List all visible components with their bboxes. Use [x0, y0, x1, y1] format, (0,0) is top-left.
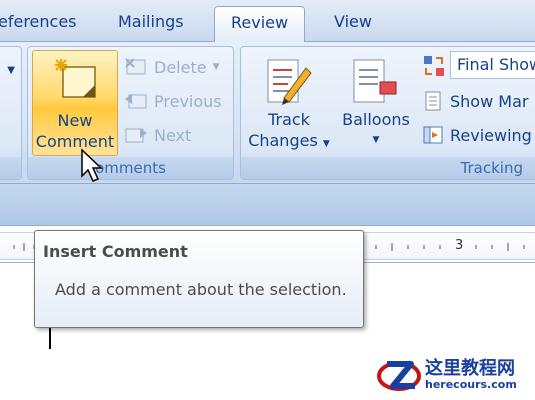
- chevron-down-icon: ▼: [322, 139, 330, 149]
- display-for-review-icon: [424, 56, 444, 76]
- next-label: Next: [154, 125, 192, 145]
- balloons-button[interactable]: Balloons ▼: [338, 50, 414, 156]
- dropdown-arrow-icon[interactable]: ▼: [7, 65, 15, 76]
- track-changes-icon: [267, 59, 312, 105]
- previous-comment-button[interactable]: Previous: [124, 88, 222, 114]
- chevron-down-icon: ▼: [212, 62, 220, 72]
- ribbon-tab-bar: eferences Mailings Review View: [0, 0, 535, 44]
- show-markup-button[interactable]: Show Mar: [422, 88, 528, 114]
- balloons-icon: [353, 59, 397, 103]
- new-comment-label-1: New: [57, 111, 93, 130]
- comments-group-label: omments: [28, 157, 233, 179]
- track-changes-label-2: Changes ▼: [248, 131, 330, 150]
- new-comment-icon: [55, 59, 96, 98]
- reviewing-pane-icon: [423, 126, 443, 144]
- mouse-pointer-icon: [81, 148, 103, 182]
- watermark-logo-icon: [377, 361, 421, 391]
- display-for-review-select[interactable]: Final Show: [450, 51, 535, 79]
- watermark: 这里教程网 herecours.com: [377, 354, 527, 394]
- tab-view[interactable]: View: [334, 12, 372, 31]
- delete-label: Delete: [154, 57, 207, 77]
- track-changes-label-1: Track: [268, 110, 310, 129]
- show-markup-label: Show Mar: [450, 91, 529, 111]
- watermark-en: herecours.com: [425, 378, 517, 391]
- next-comment-button[interactable]: Next: [124, 122, 191, 148]
- watermark-cn: 这里教程网: [425, 358, 515, 379]
- balloons-label: Balloons: [342, 110, 410, 129]
- delete-comment-button[interactable]: Delete ▼: [124, 54, 220, 80]
- insert-comment-tooltip: Insert Comment Add a comment about the s…: [34, 230, 364, 328]
- text-cursor: [49, 328, 51, 349]
- ribbon-bottom-band: [0, 184, 535, 226]
- previous-comment-icon: [125, 94, 147, 109]
- tooltip-body: Add a comment about the selection.: [55, 280, 347, 299]
- reviewing-pane-button[interactable]: Reviewing: [422, 122, 532, 148]
- tab-review[interactable]: Review: [214, 6, 306, 44]
- new-comment-button[interactable]: New Comment: [32, 50, 118, 156]
- previous-group-edge: ▼: [0, 46, 22, 180]
- delete-comment-icon: [125, 58, 146, 75]
- chevron-down-icon: ▼: [372, 135, 380, 145]
- show-markup-icon: [425, 91, 441, 111]
- track-changes-button[interactable]: Track Changes ▼: [246, 50, 332, 156]
- tooltip-title: Insert Comment: [43, 242, 188, 261]
- tab-references[interactable]: eferences: [0, 12, 77, 31]
- ruler-mark: 3: [455, 238, 464, 253]
- tab-mailings[interactable]: Mailings: [118, 12, 184, 31]
- tracking-group-label: Tracking: [241, 157, 535, 179]
- next-comment-icon: [125, 128, 147, 143]
- previous-label: Previous: [154, 91, 222, 111]
- reviewing-pane-label: Reviewing: [450, 125, 532, 145]
